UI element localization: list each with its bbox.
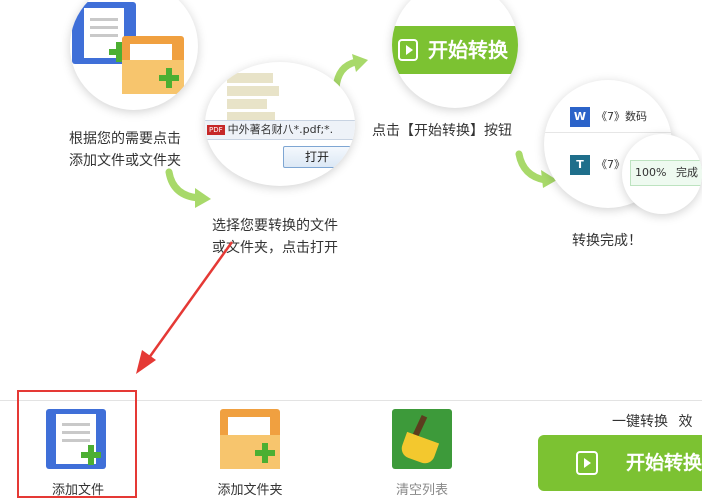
step1-illustration — [70, 0, 198, 110]
add-folder-icon — [220, 409, 280, 469]
progress-bubble: 100% 完成 — [622, 134, 702, 214]
step1-caption-line1: 根据您的需要点击 — [69, 131, 181, 147]
progress-status: 完成 — [675, 166, 698, 179]
arrow-1-icon — [165, 168, 211, 208]
start-convert-label: 开始转换 — [626, 452, 702, 474]
step3-illustration: 开始转换 — [392, 0, 518, 108]
result-row-2-name: 《7》 — [596, 158, 625, 171]
add-folder-label: 添加文件夹 — [217, 483, 283, 498]
result-row-1-name: 《7》数码 — [596, 110, 647, 123]
start-convert-button[interactable]: 开始转换 — [538, 435, 702, 491]
step4-caption: 转换完成！ — [572, 233, 642, 249]
red-pointer-arrow-icon — [136, 241, 234, 374]
one-click-text: 一键转换 — [612, 414, 668, 430]
highlight-box — [17, 390, 137, 498]
add-folder-button[interactable]: 添加文件夹 — [200, 401, 300, 501]
play-icon — [398, 39, 418, 61]
progress-percent: 100% — [635, 166, 667, 179]
effect-text: 效 — [678, 414, 693, 430]
play-icon — [576, 451, 598, 475]
word-doc-icon: W — [570, 107, 590, 127]
step1-caption: 根据您的需要点击 添加文件或文件夹 — [50, 128, 200, 172]
step2-caption-line1: 选择您要转换的文件 — [212, 218, 338, 234]
clear-list-label: 清空列表 — [395, 483, 448, 498]
file-name-bar: PDF 中外著名财八*.pdf;*. — [205, 120, 355, 140]
folder-add-icon — [122, 36, 184, 94]
t-doc-icon: T — [570, 155, 590, 175]
broom-icon — [392, 409, 452, 469]
step2-illustration: PDF 中外著名财八*.pdf;*. 打开 — [205, 62, 355, 186]
pdf-icon: PDF — [207, 125, 225, 135]
open-button[interactable]: 打开 — [283, 146, 351, 168]
result-row-1: W 《7》数码 — [544, 102, 672, 133]
step3-caption: 点击【开始转换】按钮 — [372, 123, 512, 139]
sample-start-button: 开始转换 — [392, 26, 518, 74]
folder-list — [227, 70, 307, 125]
clear-list-button[interactable]: 清空列表 — [372, 401, 472, 501]
file-name: 中外著名财八*.pdf;*. — [227, 123, 334, 136]
progress-bar: 100% 完成 — [630, 160, 702, 186]
sample-start-label: 开始转换 — [428, 38, 508, 62]
one-click-label: 一键转换 效 — [612, 411, 692, 431]
